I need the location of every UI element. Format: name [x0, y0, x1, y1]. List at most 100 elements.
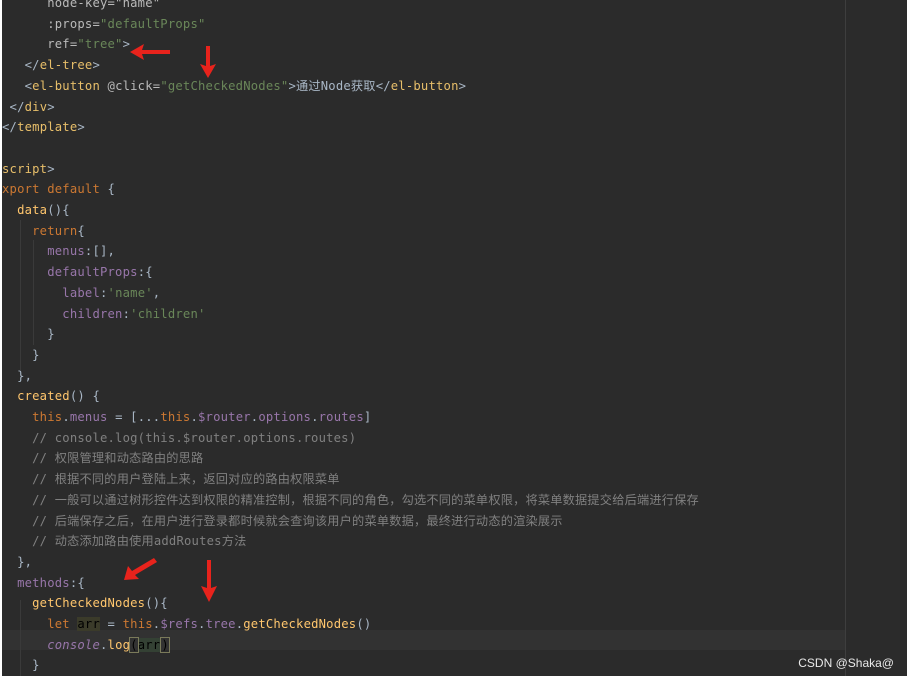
code-line: console.log(arr) [2, 635, 170, 655]
code-token: = [100, 617, 123, 631]
code-token: node-key="name" [2, 0, 161, 10]
code-token: options [258, 410, 312, 424]
code-token: (){ [145, 596, 168, 611]
code-line: children:'children' [2, 304, 206, 324]
code-token: :[], [84, 244, 116, 259]
code-token: "tree" [77, 37, 123, 52]
code-line: let arr = this.$refs.tree.getCheckedNode… [2, 614, 371, 634]
code-token: > [77, 120, 85, 135]
code-token: </ [2, 58, 40, 73]
code-token: xport default [2, 182, 108, 197]
code-token: el-tree [39, 58, 93, 73]
code-line: created() { [2, 386, 100, 406]
code-token: created [2, 389, 70, 404]
code-token: : [100, 285, 108, 300]
code-token: // 权限管理和动态路由的思路 [2, 451, 204, 466]
code-line: methods:{ [2, 573, 85, 593]
code-token: this [2, 410, 63, 424]
code-token: { [107, 182, 116, 197]
code-line: this.menus = [...this.$router.options.ro… [2, 407, 371, 427]
watermark: CSDN @Shaka@ [798, 656, 894, 670]
code-line: } [2, 345, 40, 365]
code-token: arr [137, 637, 161, 652]
code-token: routes [318, 410, 364, 424]
code-line: } [2, 655, 40, 675]
code-line: }, [2, 366, 32, 386]
code-line: <el-button @click="getCheckedNodes">通过No… [2, 76, 466, 96]
code-token: :{ [137, 265, 153, 280]
code-token: // console.log(this.$router.options.rout… [2, 430, 357, 445]
right-margin-guide [845, 0, 846, 676]
code-line: // 权限管理和动态路由的思路 [2, 448, 203, 468]
code-token: data [2, 203, 48, 217]
code-line: :props="defaultProps" [2, 14, 206, 34]
code-token: () { [69, 389, 100, 404]
code-token: > [47, 161, 55, 176]
code-line: </template> [2, 117, 85, 137]
code-token: > [47, 99, 55, 114]
red-arrow-diagonal-icon [124, 558, 157, 580]
code-line: // console.log(this.$router.options.rout… [2, 428, 356, 448]
code-line: </el-tree> [2, 55, 100, 75]
code-token: </ [2, 120, 18, 135]
code-token: "defaultProps" [100, 16, 206, 31]
code-token: // 根据不同的用户登陆上来，返回对应的路由权限菜单 [2, 472, 340, 487]
code-line: script> [2, 159, 55, 179]
red-arrow-down-icon [200, 46, 216, 78]
code-token: $refs [160, 617, 199, 631]
code-token: script [2, 161, 48, 176]
code-token: this [160, 410, 191, 424]
code-token: getCheckedNodes [2, 596, 146, 611]
code-token: . [100, 637, 108, 652]
code-token: () [356, 617, 372, 631]
code-token: methods [2, 575, 70, 590]
code-token: template [17, 120, 78, 135]
code-token: }, [2, 368, 33, 383]
code-line: xport default { [2, 179, 115, 199]
code-token: </ [2, 99, 25, 114]
code-token: { [77, 223, 85, 238]
code-token: "getCheckedNodes" [160, 78, 289, 93]
code-token: $router [198, 410, 251, 424]
code-token: } [2, 327, 55, 342]
code-token: (){ [47, 203, 70, 217]
code-line: defaultProps:{ [2, 262, 153, 282]
code-token: . [62, 410, 70, 424]
code-token: arr [77, 617, 100, 631]
code-token: el-button [32, 78, 100, 93]
code-line: getCheckedNodes(){ [2, 593, 168, 613]
code-token: > [92, 58, 100, 73]
code-token: , [152, 285, 161, 300]
code-token: }, [2, 554, 33, 569]
code-line: // 后端保存之后，在用户进行登录都时候就会查询该用户的菜单数据，最终进行动态的… [2, 511, 563, 531]
red-arrow-left-icon [130, 44, 170, 60]
code-line: // 根据不同的用户登陆上来，返回对应的路由权限菜单 [2, 469, 340, 489]
code-token: this [122, 617, 153, 631]
code-token: @click= [100, 78, 161, 93]
code-token: tree [205, 617, 236, 631]
code-token: let [2, 617, 78, 631]
code-token: :{ [69, 575, 85, 590]
code-token: children [2, 306, 123, 321]
code-line: menus:[], [2, 241, 115, 261]
code-token: menus [69, 410, 108, 424]
code-line: // 动态添加路由使用addRoutes方法 [2, 531, 246, 551]
code-line: data(){ [2, 200, 70, 220]
code-token: . [311, 410, 319, 424]
code-line: label:'name', [2, 283, 160, 303]
code-token: :props= [2, 16, 100, 31]
code-line: </div> [2, 97, 55, 117]
code-token: = [... [107, 410, 161, 424]
code-token: } [2, 347, 40, 362]
code-token: ) [160, 636, 170, 653]
code-token: log [107, 637, 131, 652]
code-token: >通过Node获取</ [288, 78, 391, 93]
code-line: node-key="name" [2, 0, 160, 13]
code-token: ] [363, 410, 372, 424]
code-token: 'name' [107, 285, 153, 300]
code-token: . [198, 617, 206, 631]
code-line: }, [2, 552, 32, 572]
code-line: } [2, 324, 55, 344]
code-token: 'children' [130, 306, 206, 321]
red-arrow-down-icon [201, 560, 217, 602]
